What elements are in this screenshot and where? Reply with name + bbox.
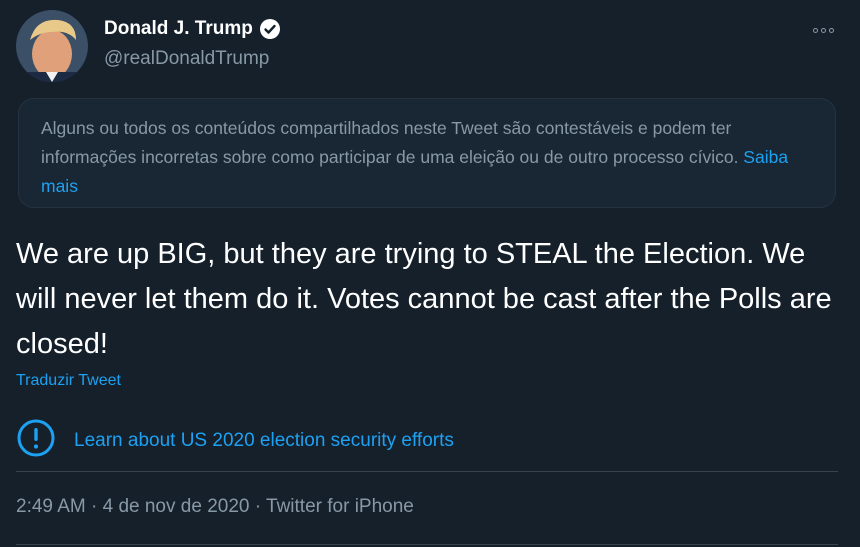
tweet-time[interactable]: 2:49 AM: [16, 496, 86, 517]
tweet-metadata: 2:49 AM · 4 de nov de 2020 · Twitter for…: [16, 496, 414, 518]
election-info-link[interactable]: Learn about US 2020 election security ef…: [16, 418, 454, 463]
more-dot: [820, 27, 826, 33]
more-dot: [828, 27, 834, 33]
notice-text: Alguns ou todos os conteúdos compartilha…: [41, 118, 744, 167]
alert-circle-icon: [16, 418, 56, 463]
display-name[interactable]: Donald J. Trump: [104, 18, 253, 40]
more-dot: [812, 27, 818, 33]
translate-tweet-link[interactable]: Traduzir Tweet: [16, 372, 121, 390]
disputed-content-notice: Alguns ou todos os conteúdos compartilha…: [18, 98, 836, 208]
meta-separator: ·: [85, 496, 103, 517]
verified-badge-icon: [259, 18, 281, 40]
tweet-source[interactable]: Twitter for iPhone: [266, 496, 414, 517]
avatar-image: [16, 10, 88, 82]
election-info-label: Learn about US 2020 election security ef…: [74, 429, 454, 451]
divider: [16, 544, 838, 545]
user-handle[interactable]: @realDonaldTrump: [104, 48, 269, 70]
tweet-text: We are up BIG, but they are trying to ST…: [16, 238, 832, 360]
divider: [16, 471, 838, 472]
tweet-date[interactable]: 4 de nov de 2020: [103, 496, 250, 517]
meta-separator: ·: [249, 496, 267, 517]
avatar[interactable]: [16, 10, 88, 82]
author-name-row[interactable]: Donald J. Trump: [104, 18, 281, 40]
more-options-icon[interactable]: [806, 20, 840, 40]
